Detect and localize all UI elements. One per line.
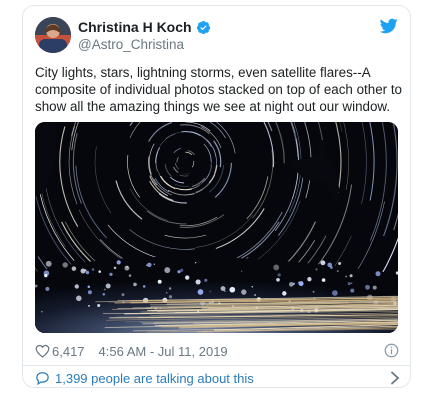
tweet-meta: 6,417 4:56 AM - Jul 11, 2019 [35,342,401,360]
lightning-glow [241,289,247,295]
lightning-glow [142,285,146,288]
author-name-row: Christina H Koch [78,19,211,35]
conversation-link[interactable]: 1,399 people are talking about this [55,371,254,386]
lightning-glow [327,262,333,268]
lightning-glow [157,279,162,284]
lightning-glow [109,272,113,276]
lightning-glow [350,288,355,293]
lightning-glow [116,260,121,265]
lightning-glow [121,293,125,297]
chevron-right-icon[interactable] [389,371,401,385]
lightning-glow [84,269,87,272]
tweet-text: City lights, stars, lightning storms, ev… [35,65,402,115]
lightning-glow [365,284,370,290]
lightning-glow [105,283,111,289]
lightning-glow [180,268,184,272]
lightning-glow [282,291,287,296]
lightning-glow [321,278,326,282]
lightning-glow [71,266,77,271]
lightning-glow [133,282,137,287]
lightning-glow [220,286,226,292]
lightning-glow [164,267,171,274]
lightning-glow [307,277,312,282]
lightning-glow [345,275,347,278]
lightning-glow [372,285,377,290]
lightning-glow [98,270,101,273]
lightning-glow [165,291,168,294]
heart-icon[interactable] [35,344,50,358]
lightning-glow [168,287,172,290]
lightning-glow [153,263,156,266]
author-handle[interactable]: @Astro_Christina [78,37,184,52]
lightning-glow [240,270,243,273]
lightning-glow [320,260,326,266]
lightning-glow [45,286,50,291]
speech-bubble-icon [36,372,49,385]
lightning-glow [185,275,190,280]
lightning-glow [209,290,212,293]
like-count[interactable]: 6,417 [52,344,85,359]
lightning-glow [332,290,338,296]
lightning-glow [197,289,204,295]
conversation-footer[interactable]: 1,399 people are talking about this [35,368,401,388]
lightning-glow [194,262,197,264]
lightning-glow [87,290,92,295]
lightning-glow [80,268,86,274]
twitter-bird-icon[interactable] [380,18,398,34]
lightning-glow [276,277,280,282]
lightning-glow [44,273,48,278]
lightning-glow [168,295,173,299]
lightning-glow [102,293,106,296]
lightning-glow [251,285,254,288]
lightning-glow [292,282,296,286]
lightning-glow [277,273,281,277]
lightning-glow [104,288,106,291]
lightning-glow [375,271,381,277]
card-divider [23,365,410,366]
lightning-glow [349,274,353,278]
lightning-glow [338,262,342,265]
lightning-glow [124,265,130,271]
verified-badge-icon [196,20,210,34]
tweet-timestamp[interactable]: 4:56 AM - Jul 11, 2019 [99,344,228,359]
lightning-glow [87,285,91,289]
lightning-glow [273,264,280,271]
lightning-glow [91,268,95,271]
lightning-glow [88,305,90,307]
lightning-glow [113,266,117,270]
lightning-glow [147,262,152,268]
embedded-tweet-card: Christina H Koch @Astro_Christina City l… [22,5,411,388]
lightning-glow [298,281,304,287]
lightning-glow [312,290,315,293]
lightning-glow [315,268,318,271]
lightning-glow [41,311,43,313]
author-name[interactable]: Christina H Koch [78,19,192,35]
lightning-glow [195,279,201,285]
lightning-glow [229,286,236,293]
lightning-glow [85,270,90,275]
avatar[interactable] [35,17,71,53]
lightning-glow [204,278,208,282]
tweet-photo[interactable] [35,122,398,333]
info-icon[interactable] [384,343,399,358]
lightning-glow [45,260,52,267]
lightning-glow [254,294,256,296]
lightning-glow [128,274,132,277]
lightning-glow [347,282,351,286]
lightning-glow [351,282,353,284]
lightning-glow [62,262,68,268]
lightning-glow [74,284,79,289]
lightning-glow [76,295,82,302]
lightning-glow [97,304,101,307]
lightning-glow [336,270,339,273]
